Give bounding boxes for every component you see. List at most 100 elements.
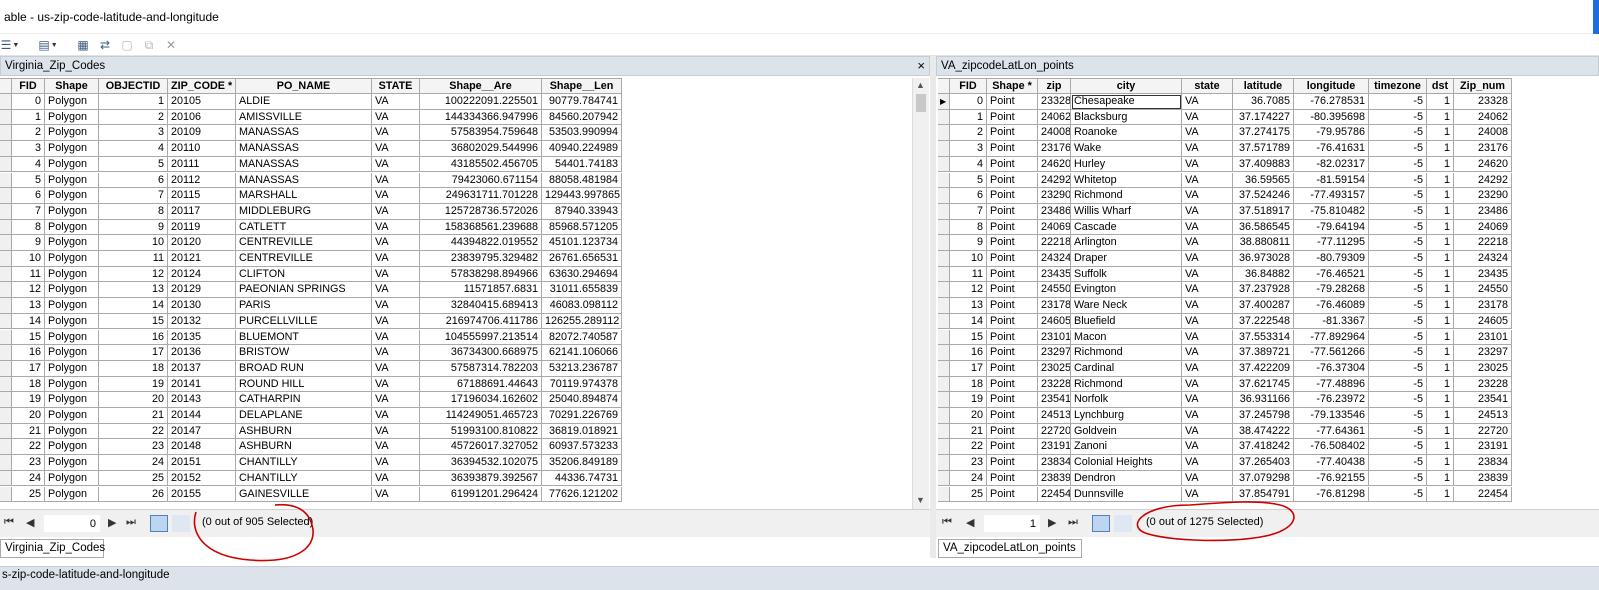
table-cell[interactable]: -5 [1369, 156, 1427, 173]
table-cell[interactable]: 20106 [168, 109, 236, 126]
table-cell[interactable]: Polygon [45, 172, 99, 189]
table-cell[interactable]: Point [987, 219, 1038, 236]
table-cell[interactable]: 24324 [1454, 251, 1512, 267]
delete-selected-icon[interactable]: ✕ [162, 37, 180, 53]
table-row[interactable]: 1 Polygon 2 20106 AMISSVILLE VA 144334366.9479… [0, 109, 912, 126]
table-cell[interactable]: VA [372, 266, 420, 283]
table-cell[interactable]: VA [372, 125, 420, 142]
table-cell[interactable]: 20120 [168, 235, 236, 251]
table-cell[interactable]: 100222091.225501 [420, 94, 542, 110]
table-cell[interactable]: 20136 [168, 345, 236, 361]
table-cell[interactable]: Polygon [45, 313, 99, 330]
table-cell[interactable]: VA [1182, 251, 1233, 267]
row-selector[interactable] [0, 486, 12, 503]
row-selector[interactable] [938, 486, 950, 503]
row-selector[interactable] [938, 282, 950, 299]
table-cell[interactable]: 125728736.572026 [420, 203, 542, 220]
table-row[interactable]: 8 Polygon 9 20119 CATLETT VA 158368561.239688 8… [0, 219, 912, 236]
table-cell[interactable]: 20105 [168, 94, 236, 110]
table-cell[interactable]: 9 [99, 219, 168, 236]
row-selector[interactable] [938, 156, 950, 173]
table-row[interactable]: 7 Polygon 8 20117 MIDDLEBURG VA 125728736.5720… [0, 203, 912, 220]
table-cell[interactable]: 23297 [1038, 345, 1071, 361]
tab-virginia-zip-codes[interactable]: Virginia_Zip_Codes [0, 539, 105, 558]
table-cell[interactable]: 37.553314 [1233, 329, 1294, 346]
table-cell[interactable]: 18 [12, 376, 45, 393]
table-cell[interactable]: VA [372, 423, 420, 440]
table-row[interactable]: 5 Point 24292 Whitetop VA 36.59565 -81.59154 -5… [938, 172, 1599, 189]
table-cell[interactable]: 37.409883 [1233, 156, 1294, 173]
table-row[interactable]: 14 Point 24605 Bluefield VA 37.222548 -81.3367… [938, 313, 1599, 330]
table-cell[interactable]: 24620 [1454, 156, 1512, 173]
table-cell[interactable]: 23541 [1038, 392, 1071, 408]
table-cell[interactable]: 22 [12, 439, 45, 456]
table-cell[interactable]: -5 [1369, 376, 1427, 393]
table-cell[interactable]: Richmond [1071, 376, 1182, 393]
row-selector[interactable] [0, 455, 12, 471]
table-cell[interactable]: 8 [12, 219, 45, 236]
table-options-icon[interactable]: ☰ ▼ [0, 37, 20, 53]
table-cell[interactable]: 6 [950, 188, 987, 204]
table-cell[interactable]: VA [1182, 470, 1233, 487]
table-cell[interactable]: 23176 [1454, 141, 1512, 157]
table-cell[interactable]: 24008 [1454, 125, 1512, 142]
table-cell[interactable]: Point [987, 235, 1038, 251]
table-cell[interactable]: -5 [1369, 470, 1427, 487]
table-row[interactable]: 6 Point 23290 Richmond VA 37.524246 -77.493157… [938, 188, 1599, 204]
row-selector[interactable] [0, 156, 12, 173]
table-cell[interactable]: 37.621745 [1233, 376, 1294, 393]
table-cell[interactable]: 23328 [1038, 94, 1071, 110]
table-cell[interactable]: 24513 [1454, 408, 1512, 424]
table-cell[interactable]: 1 [950, 109, 987, 126]
table-cell[interactable]: -5 [1369, 408, 1427, 424]
table-cell[interactable]: 3 [950, 141, 987, 157]
table-cell[interactable]: MARSHALL [236, 188, 372, 204]
table-cell[interactable]: VA [1182, 109, 1233, 126]
table-cell[interactable]: 1 [1427, 376, 1454, 393]
table-cell[interactable]: Polygon [45, 392, 99, 408]
table-cell[interactable]: 16 [950, 345, 987, 361]
table-cell[interactable]: PAEONIAN SPRINGS [236, 282, 372, 299]
table-cell[interactable]: 77626.121202 [542, 486, 622, 503]
table-cell[interactable]: 1 [1427, 392, 1454, 408]
table-cell[interactable]: 20111 [168, 156, 236, 173]
table-cell[interactable]: VA [372, 172, 420, 189]
table-cell[interactable]: ROUND HILL [236, 376, 372, 393]
table-cell[interactable]: Point [987, 408, 1038, 424]
table-cell[interactable]: VA [1182, 392, 1233, 408]
table-cell[interactable]: -81.59154 [1294, 172, 1369, 189]
table-cell[interactable]: 23191 [1454, 439, 1512, 456]
table-cell[interactable]: Evington [1071, 282, 1182, 299]
table-cell[interactable]: 25 [950, 486, 987, 503]
table-cell[interactable]: Cardinal [1071, 360, 1182, 377]
column-header[interactable]: latitude [1233, 78, 1294, 94]
table-cell[interactable]: 1 [99, 94, 168, 110]
clear-selection-icon[interactable]: ▢ [118, 37, 136, 53]
column-header[interactable]: Shape [45, 78, 99, 94]
row-selector[interactable] [0, 329, 12, 346]
table-cell[interactable]: Draper [1071, 251, 1182, 267]
table-cell[interactable]: 23839 [1454, 470, 1512, 487]
scroll-down-icon[interactable]: ▼ [916, 495, 925, 505]
table-cell[interactable]: VA [1182, 439, 1233, 456]
row-selector[interactable] [0, 408, 12, 424]
last-record-icon[interactable]: ⏭ [126, 516, 136, 529]
table-row[interactable]: 4 Point 24620 Hurley VA 37.409883 -82.02317 -5 1… [938, 156, 1599, 173]
first-record-icon[interactable]: ⏮ [4, 516, 14, 529]
table-cell[interactable]: MIDDLEBURG [236, 203, 372, 220]
table-cell[interactable]: 36.931166 [1233, 392, 1294, 408]
table-cell[interactable]: Colonial Heights [1071, 455, 1182, 471]
table-cell[interactable]: Cascade [1071, 219, 1182, 236]
related-tables-icon[interactable]: ▤ ▼ [34, 37, 62, 53]
show-selected-records-icon[interactable] [1114, 515, 1132, 532]
table-cell[interactable]: Polygon [45, 360, 99, 377]
table-cell[interactable]: 13 [12, 298, 45, 314]
table-cell[interactable]: 1 [1427, 298, 1454, 314]
table-cell[interactable]: 24008 [1038, 125, 1071, 142]
table-cell[interactable]: 79423060.671154 [420, 172, 542, 189]
row-selector[interactable] [0, 298, 12, 314]
table-cell[interactable]: Richmond [1071, 345, 1182, 361]
table-cell[interactable]: -5 [1369, 455, 1427, 471]
table-cell[interactable]: -80.395698 [1294, 109, 1369, 126]
table-cell[interactable]: VA [1182, 94, 1233, 110]
